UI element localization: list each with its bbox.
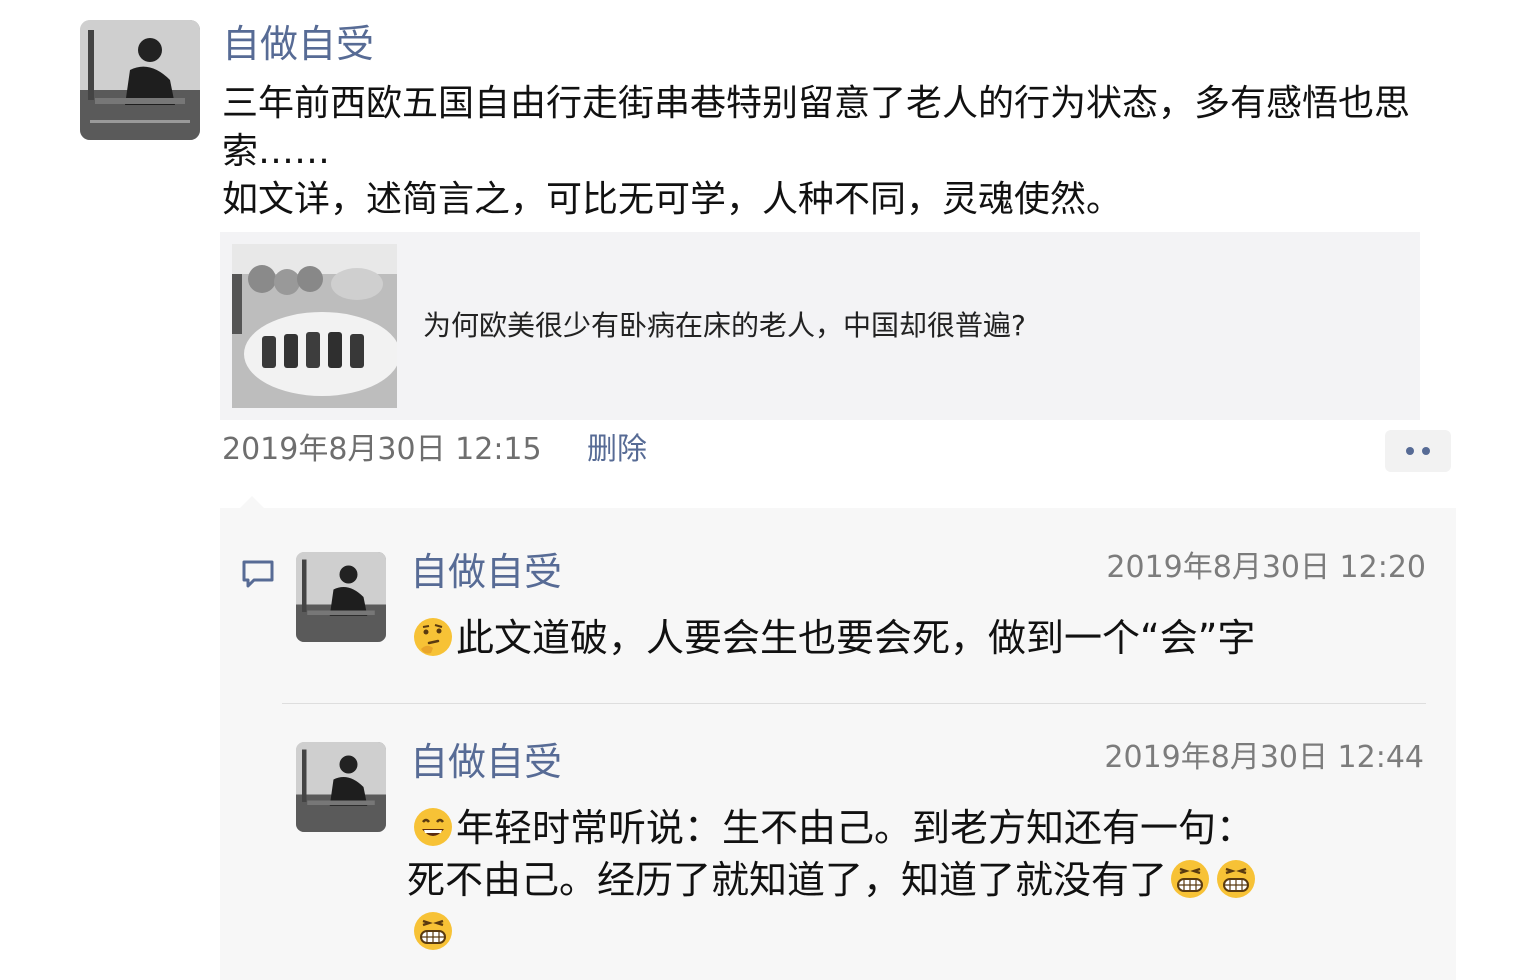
shared-article-card[interactable]: 为何欧美很少有卧病在床的老人，中国却很普遍?: [220, 232, 1420, 420]
beaming-face-icon: [414, 912, 452, 950]
comment-text-content: 死不由己。经历了就知道了，知道了就没有了: [407, 858, 1168, 902]
comments-caret: [240, 496, 264, 508]
more-dots-icon: [1406, 447, 1414, 455]
post-text-line: 如文详，述简言之，可比无可学，人种不同，灵魂使然。: [222, 179, 1123, 220]
comment-timestamp: 2019年8月30日 12:44: [1104, 740, 1424, 775]
beaming-face-icon: [1171, 860, 1210, 898]
commenter-avatar[interactable]: [296, 552, 386, 642]
post-timestamp: 2019年8月30日 12:15: [222, 432, 542, 467]
post-text: 三年前西欧五国自由行走街串巷特别留意了老人的行为状态，多有感悟也思索…… 如文详…: [222, 80, 1452, 224]
comment-text-line: 年轻时常听说：生不由己。到老方知还有一句：: [410, 802, 1450, 854]
comment-text-content: 年轻时常听说：生不由己。到老方知还有一句：: [456, 806, 1255, 850]
author-avatar[interactable]: [80, 20, 200, 140]
thinking-face-icon: [414, 618, 452, 656]
grinning-face-icon: [414, 808, 452, 846]
post-text-line: 三年前西欧五国自由行走街串巷特别留意了老人的行为状态，多有感悟也思索……: [222, 83, 1411, 172]
comment-text: 年轻时常听说：生不由己。到老方知还有一句： 死不由己。经历了就知道了，知道了就没…: [407, 802, 1450, 958]
delete-link[interactable]: 删除: [587, 428, 647, 472]
beaming-face-icon: [1217, 860, 1256, 898]
comment-text: 此文道破，人要会生也要会死，做到一个“会”字: [410, 612, 1430, 664]
commenter-avatar[interactable]: [296, 742, 386, 832]
comment-text-content: 此文道破，人要会生也要会死，做到一个“会”字: [456, 616, 1256, 660]
article-thumbnail: [232, 244, 397, 408]
more-dots-icon: [1422, 447, 1430, 455]
comment-icon: [242, 560, 274, 588]
comment-text-line: [410, 906, 1450, 958]
more-actions-button[interactable]: [1385, 430, 1451, 472]
comment-timestamp: 2019年8月30日 12:20: [1106, 550, 1426, 585]
comment-author-name[interactable]: 自做自受: [410, 740, 562, 784]
comment-text-line: 死不由己。经历了就知道了，知道了就没有了: [407, 854, 1450, 906]
comment-divider: [282, 703, 1426, 704]
post-author-name[interactable]: 自做自受: [222, 22, 374, 66]
comment-author-name[interactable]: 自做自受: [410, 550, 562, 594]
article-title: 为何欧美很少有卧病在床的老人，中国却很普遍?: [423, 309, 1026, 342]
